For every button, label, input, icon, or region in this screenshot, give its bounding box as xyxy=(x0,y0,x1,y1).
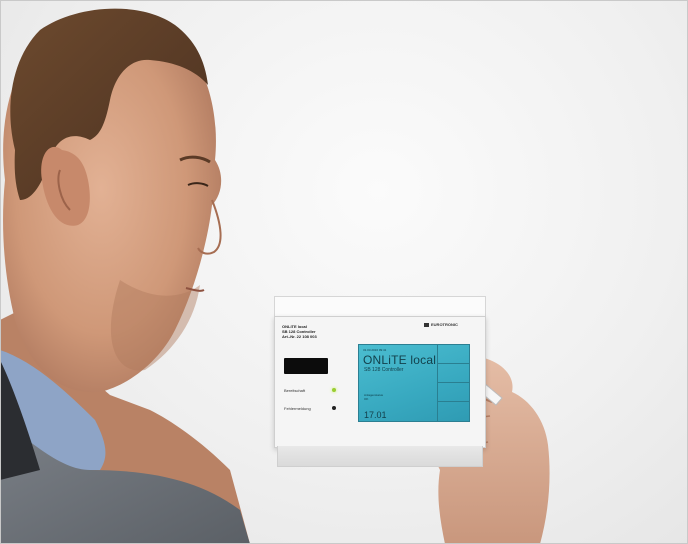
device-label-line: Art.-Nr. 22 108 003 xyxy=(282,334,317,339)
screen-info: Anlagenstatus OK xyxy=(364,393,383,401)
screen-info-value: OK xyxy=(364,397,369,401)
led-error-row: Fehlermeldung xyxy=(284,406,336,411)
segment-display xyxy=(284,358,328,374)
screen-side-button[interactable] xyxy=(438,364,469,383)
device-label: ONLiTE local SB 128 Controller Art.-Nr. … xyxy=(282,324,372,339)
led-error-label: Fehlermeldung xyxy=(284,406,311,411)
screen-subtitle: SB 128 Controller xyxy=(364,367,404,373)
led-ready-icon xyxy=(332,388,336,392)
screen-status: 31.03.2016 09:41 xyxy=(363,348,387,352)
led-ready-row: Bereitschaft xyxy=(284,388,336,393)
led-error-icon xyxy=(332,406,336,410)
photo-scene: ONLiTE local SB 128 Controller Art.-Nr. … xyxy=(0,0,688,544)
screen-value: 17.01 xyxy=(364,410,387,420)
touch-screen[interactable]: 31.03.2016 09:41 ONLiTE local SB 128 Con… xyxy=(358,344,470,422)
brand-name: EUROTRONIC xyxy=(431,322,458,327)
screen-side-button[interactable] xyxy=(438,345,469,364)
screen-title: ONLiTE local xyxy=(363,353,437,367)
brand-mark-icon xyxy=(424,322,429,327)
device-top-cover xyxy=(274,296,486,317)
led-ready-label: Bereitschaft xyxy=(284,388,306,393)
screen-side-button[interactable] xyxy=(438,383,469,402)
device-bottom-cover xyxy=(277,446,483,467)
screen-side-buttons xyxy=(437,345,469,421)
brand-logo: EUROTRONIC xyxy=(424,322,458,327)
controller-device: ONLiTE local SB 128 Controller Art.-Nr. … xyxy=(274,296,486,468)
